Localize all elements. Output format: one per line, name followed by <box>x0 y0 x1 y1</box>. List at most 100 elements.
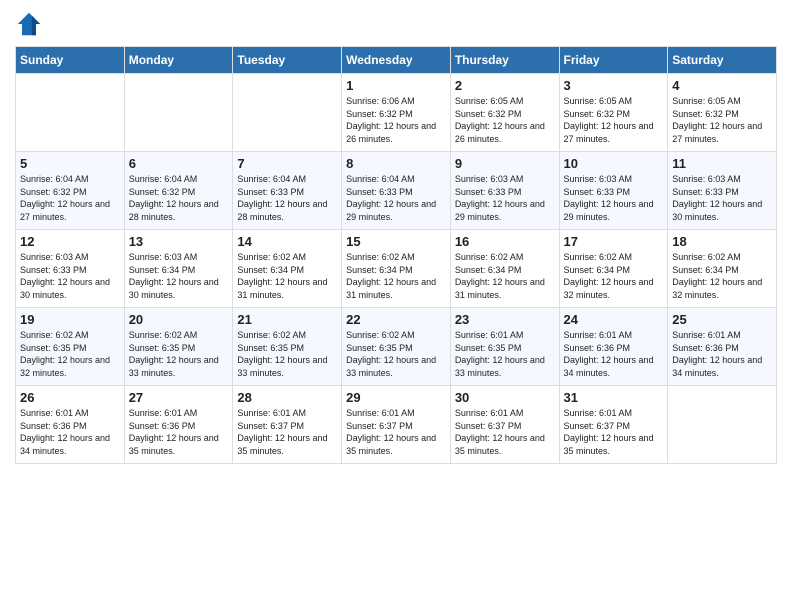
day-header-thursday: Thursday <box>450 47 559 74</box>
calendar-cell: 15 Sunrise: 6:02 AM Sunset: 6:34 PM Dayli… <box>342 230 451 308</box>
calendar-cell: 31 Sunrise: 6:01 AM Sunset: 6:37 PM Dayli… <box>559 386 668 464</box>
calendar-cell: 12 Sunrise: 6:03 AM Sunset: 6:33 PM Dayli… <box>16 230 125 308</box>
day-info: Sunrise: 6:04 AM Sunset: 6:32 PM Dayligh… <box>20 173 120 223</box>
day-info: Sunrise: 6:02 AM Sunset: 6:35 PM Dayligh… <box>129 329 229 379</box>
day-number: 29 <box>346 390 446 405</box>
calendar-cell: 6Sunrise: 6:04 AM Sunset: 6:32 PM Daylig… <box>124 152 233 230</box>
day-header-wednesday: Wednesday <box>342 47 451 74</box>
day-info: Sunrise: 6:02 AM Sunset: 6:34 PM Dayligh… <box>564 251 664 301</box>
day-info: Sunrise: 6:02 AM Sunset: 6:35 PM Dayligh… <box>20 329 120 379</box>
day-info: Sunrise: 6:03 AM Sunset: 6:33 PM Dayligh… <box>564 173 664 223</box>
day-header-saturday: Saturday <box>668 47 777 74</box>
calendar-cell: 11Sunrise: 6:03 AM Sunset: 6:33 PM Dayli… <box>668 152 777 230</box>
calendar-cell: 9 Sunrise: 6:03 AM Sunset: 6:33 PM Daylig… <box>450 152 559 230</box>
day-number: 27 <box>129 390 229 405</box>
calendar-cell: 10Sunrise: 6:03 AM Sunset: 6:33 PM Dayli… <box>559 152 668 230</box>
page-container: SundayMondayTuesdayWednesdayThursdayFrid… <box>0 0 792 474</box>
calendar-cell: 14 Sunrise: 6:02 AM Sunset: 6:34 PM Dayli… <box>233 230 342 308</box>
day-number: 25 <box>672 312 772 327</box>
day-info: Sunrise: 6:01 AM Sunset: 6:37 PM Dayligh… <box>564 407 664 457</box>
day-number: 1 <box>346 78 446 93</box>
days-header-row: SundayMondayTuesdayWednesdayThursdayFrid… <box>16 47 777 74</box>
header <box>15 10 777 38</box>
day-info: Sunrise: 6:03 AM Sunset: 6:34 PM Dayligh… <box>129 251 229 301</box>
day-number: 6 <box>129 156 229 171</box>
calendar-cell: 25 Sunrise: 6:01 AM Sunset: 6:36 PM Dayli… <box>668 308 777 386</box>
day-number: 2 <box>455 78 555 93</box>
calendar-cell: 7 Sunrise: 6:04 AM Sunset: 6:33 PM Daylig… <box>233 152 342 230</box>
day-info: Sunrise: 6:01 AM Sunset: 6:37 PM Dayligh… <box>346 407 446 457</box>
calendar-cell: 30Sunrise: 6:01 AM Sunset: 6:37 PM Dayli… <box>450 386 559 464</box>
calendar-cell: 1 Sunrise: 6:06 AM Sunset: 6:32 PM Daylig… <box>342 74 451 152</box>
week-row-5: 26Sunrise: 6:01 AM Sunset: 6:36 PM Dayli… <box>16 386 777 464</box>
calendar-cell: 16 Sunrise: 6:02 AM Sunset: 6:34 PM Dayli… <box>450 230 559 308</box>
logo-icon <box>15 10 43 38</box>
day-number: 19 <box>20 312 120 327</box>
calendar-cell: 27 Sunrise: 6:01 AM Sunset: 6:36 PM Dayli… <box>124 386 233 464</box>
calendar-cell: 26Sunrise: 6:01 AM Sunset: 6:36 PM Dayli… <box>16 386 125 464</box>
calendar-cell <box>668 386 777 464</box>
day-number: 13 <box>129 234 229 249</box>
calendar-cell <box>124 74 233 152</box>
day-info: Sunrise: 6:01 AM Sunset: 6:36 PM Dayligh… <box>672 329 772 379</box>
calendar-cell: 17 Sunrise: 6:02 AM Sunset: 6:34 PM Dayli… <box>559 230 668 308</box>
day-info: Sunrise: 6:06 AM Sunset: 6:32 PM Dayligh… <box>346 95 446 145</box>
calendar-cell: 2 Sunrise: 6:05 AM Sunset: 6:32 PM Daylig… <box>450 74 559 152</box>
calendar-cell: 28 Sunrise: 6:01 AM Sunset: 6:37 PM Dayli… <box>233 386 342 464</box>
day-number: 30 <box>455 390 555 405</box>
day-info: Sunrise: 6:02 AM Sunset: 6:34 PM Dayligh… <box>455 251 555 301</box>
day-info: Sunrise: 6:05 AM Sunset: 6:32 PM Dayligh… <box>455 95 555 145</box>
day-info: Sunrise: 6:02 AM Sunset: 6:34 PM Dayligh… <box>346 251 446 301</box>
day-info: Sunrise: 6:05 AM Sunset: 6:32 PM Dayligh… <box>564 95 664 145</box>
calendar-cell: 18 Sunrise: 6:02 AM Sunset: 6:34 PM Dayli… <box>668 230 777 308</box>
day-info: Sunrise: 6:03 AM Sunset: 6:33 PM Dayligh… <box>455 173 555 223</box>
day-number: 12 <box>20 234 120 249</box>
calendar-cell: 23 Sunrise: 6:01 AM Sunset: 6:35 PM Dayli… <box>450 308 559 386</box>
day-info: Sunrise: 6:03 AM Sunset: 6:33 PM Dayligh… <box>672 173 772 223</box>
calendar-cell: 24 Sunrise: 6:01 AM Sunset: 6:36 PM Dayli… <box>559 308 668 386</box>
day-info: Sunrise: 6:01 AM Sunset: 6:36 PM Dayligh… <box>564 329 664 379</box>
day-info: Sunrise: 6:03 AM Sunset: 6:33 PM Dayligh… <box>20 251 120 301</box>
day-number: 15 <box>346 234 446 249</box>
day-number: 24 <box>564 312 664 327</box>
day-info: Sunrise: 6:04 AM Sunset: 6:33 PM Dayligh… <box>237 173 337 223</box>
calendar-cell: 19 Sunrise: 6:02 AM Sunset: 6:35 PM Dayli… <box>16 308 125 386</box>
day-info: Sunrise: 6:02 AM Sunset: 6:35 PM Dayligh… <box>237 329 337 379</box>
calendar-table: SundayMondayTuesdayWednesdayThursdayFrid… <box>15 46 777 464</box>
week-row-4: 19 Sunrise: 6:02 AM Sunset: 6:35 PM Dayli… <box>16 308 777 386</box>
day-number: 20 <box>129 312 229 327</box>
calendar-cell: 8 Sunrise: 6:04 AM Sunset: 6:33 PM Daylig… <box>342 152 451 230</box>
calendar-cell: 20 Sunrise: 6:02 AM Sunset: 6:35 PM Dayli… <box>124 308 233 386</box>
day-info: Sunrise: 6:01 AM Sunset: 6:37 PM Dayligh… <box>237 407 337 457</box>
day-number: 5 <box>20 156 120 171</box>
day-info: Sunrise: 6:04 AM Sunset: 6:33 PM Dayligh… <box>346 173 446 223</box>
day-info: Sunrise: 6:02 AM Sunset: 6:34 PM Dayligh… <box>672 251 772 301</box>
day-info: Sunrise: 6:01 AM Sunset: 6:36 PM Dayligh… <box>129 407 229 457</box>
calendar-cell: 4Sunrise: 6:05 AM Sunset: 6:32 PM Daylig… <box>668 74 777 152</box>
day-number: 17 <box>564 234 664 249</box>
day-number: 31 <box>564 390 664 405</box>
day-number: 22 <box>346 312 446 327</box>
day-info: Sunrise: 6:01 AM Sunset: 6:35 PM Dayligh… <box>455 329 555 379</box>
day-header-sunday: Sunday <box>16 47 125 74</box>
day-info: Sunrise: 6:02 AM Sunset: 6:34 PM Dayligh… <box>237 251 337 301</box>
day-number: 8 <box>346 156 446 171</box>
calendar-cell: 22 Sunrise: 6:02 AM Sunset: 6:35 PM Dayli… <box>342 308 451 386</box>
day-number: 9 <box>455 156 555 171</box>
day-number: 16 <box>455 234 555 249</box>
day-number: 18 <box>672 234 772 249</box>
week-row-2: 5 Sunrise: 6:04 AM Sunset: 6:32 PM Daylig… <box>16 152 777 230</box>
day-header-friday: Friday <box>559 47 668 74</box>
calendar-cell: 21 Sunrise: 6:02 AM Sunset: 6:35 PM Dayli… <box>233 308 342 386</box>
day-number: 23 <box>455 312 555 327</box>
calendar-cell: 29 Sunrise: 6:01 AM Sunset: 6:37 PM Dayli… <box>342 386 451 464</box>
day-info: Sunrise: 6:02 AM Sunset: 6:35 PM Dayligh… <box>346 329 446 379</box>
day-header-monday: Monday <box>124 47 233 74</box>
day-header-tuesday: Tuesday <box>233 47 342 74</box>
day-number: 14 <box>237 234 337 249</box>
day-info: Sunrise: 6:05 AM Sunset: 6:32 PM Dayligh… <box>672 95 772 145</box>
day-number: 7 <box>237 156 337 171</box>
day-number: 3 <box>564 78 664 93</box>
day-number: 28 <box>237 390 337 405</box>
day-number: 21 <box>237 312 337 327</box>
